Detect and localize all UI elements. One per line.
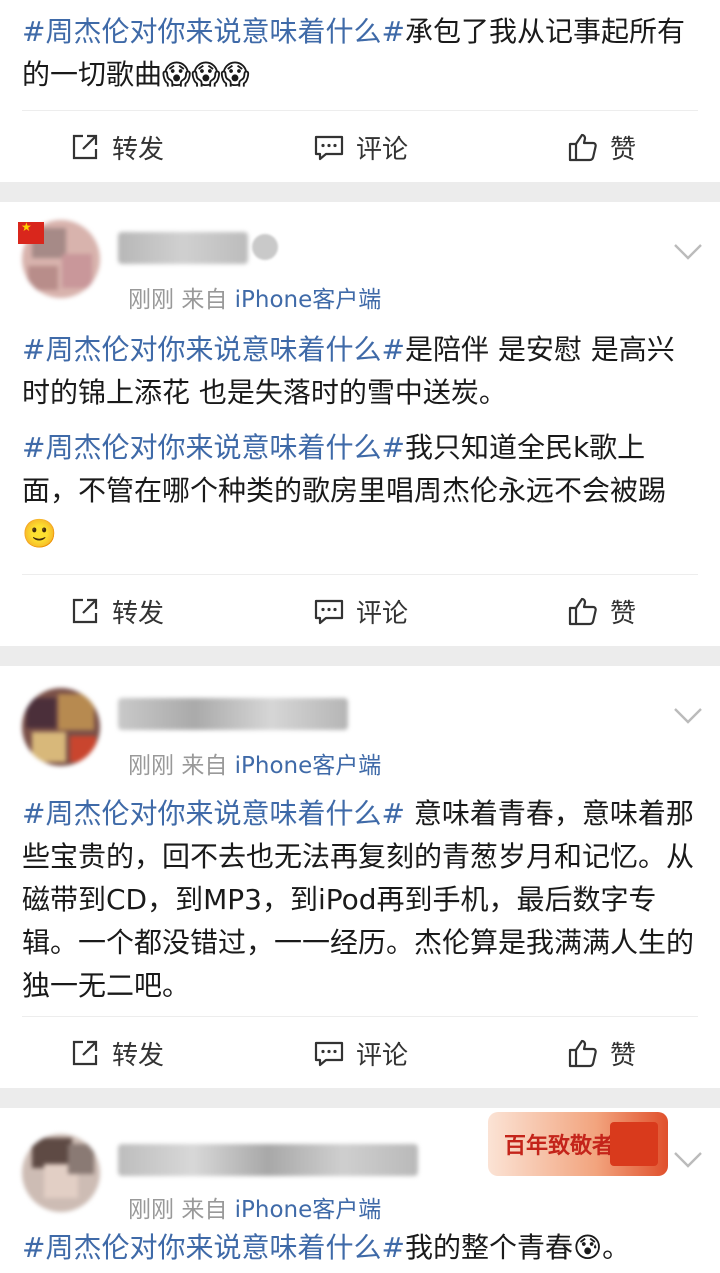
source-prefix: 来自 xyxy=(181,1197,228,1223)
comment-label: 评论 xyxy=(356,598,409,629)
comment-label: 评论 xyxy=(356,134,409,165)
commemorative-badge[interactable]: 百年致敬者 xyxy=(488,1112,668,1176)
action-bar: 转发 评论 赞 xyxy=(22,1016,698,1088)
action-bar: 转发 评论 赞 xyxy=(22,574,698,646)
source-prefix: 来自 xyxy=(181,287,228,313)
flag-icon xyxy=(18,220,44,244)
action-bar: 转发 评论 赞 xyxy=(22,110,698,182)
source-client-link[interactable]: iPhone客户端 xyxy=(235,753,382,779)
comment-icon xyxy=(314,1041,344,1067)
source-client-link[interactable]: iPhone客户端 xyxy=(235,1197,382,1223)
post-text: #周杰伦对你来说意味着什么#是陪伴 是安慰 是高兴时的锦上添花 也是失落时的雪中… xyxy=(22,328,698,555)
badge-label: 百年致敬者 xyxy=(504,1133,615,1159)
like-button[interactable]: 赞 xyxy=(566,575,636,647)
chevron-down-icon[interactable] xyxy=(672,706,704,726)
source-prefix: 来自 xyxy=(181,753,228,779)
post-card-3: 刚刚 来自 iPhone客户端 #周杰伦对你来说意味着什么# 意味着青春，意味着… xyxy=(0,666,720,1088)
username-blurred[interactable] xyxy=(118,698,348,730)
like-button[interactable]: 赞 xyxy=(566,111,636,183)
post-meta: 刚刚 来自 iPhone客户端 xyxy=(128,1190,381,1224)
thumbs-up-icon xyxy=(568,1039,597,1068)
divider xyxy=(0,182,720,202)
repost-label: 转发 xyxy=(112,1040,165,1071)
chevron-down-icon[interactable] xyxy=(672,242,704,262)
repost-label: 转发 xyxy=(112,134,165,165)
hashtag-link[interactable]: #周杰伦对你来说意味着什么# xyxy=(22,431,405,464)
hashtag-link[interactable]: #周杰伦对你来说意味着什么# xyxy=(22,333,405,366)
emoji: 😰 xyxy=(572,1231,603,1264)
thumbs-up-icon xyxy=(568,597,597,626)
post-time: 刚刚 xyxy=(128,753,174,779)
post-meta: 刚刚 来自 iPhone客户端 xyxy=(128,746,381,780)
avatar[interactable] xyxy=(22,688,100,766)
comment-icon xyxy=(314,135,344,161)
username-blurred[interactable] xyxy=(118,232,248,264)
avatar[interactable] xyxy=(22,1134,100,1212)
divider xyxy=(0,1088,720,1108)
comment-button[interactable]: 评论 xyxy=(312,1017,408,1089)
post-text: #周杰伦对你来说意味着什么#承包了我从记事起所有的一切歌曲😱😱😱 xyxy=(22,10,698,96)
username-blurred[interactable] xyxy=(118,1144,418,1176)
thumbs-up-icon xyxy=(568,133,597,162)
emoji: 😱😱😱 xyxy=(162,58,250,91)
repost-icon xyxy=(72,134,98,160)
comment-button[interactable]: 评论 xyxy=(312,111,408,183)
repost-icon xyxy=(72,1040,98,1066)
chevron-down-icon[interactable] xyxy=(672,1150,704,1170)
post-text: #周杰伦对你来说意味着什么# 意味着青春，意味着那些宝贵的，回不去也无法再复刻的… xyxy=(22,792,698,1007)
hashtag-link[interactable]: #周杰伦对你来说意味着什么# xyxy=(22,797,405,830)
post-meta: 刚刚 来自 iPhone客户端 xyxy=(128,280,381,314)
repost-label: 转发 xyxy=(112,598,165,629)
like-button[interactable]: 赞 xyxy=(566,1017,636,1089)
badge-decoration-icon xyxy=(610,1122,658,1166)
like-label: 赞 xyxy=(610,598,637,629)
source-client-link[interactable]: iPhone客户端 xyxy=(235,287,382,313)
post-body-tail: 。 xyxy=(602,1231,631,1264)
comment-button[interactable]: 评论 xyxy=(312,575,408,647)
emoji: 🙂 xyxy=(22,517,57,550)
post-text: #周杰伦对你来说意味着什么#我的整个青春😰。 xyxy=(22,1226,698,1269)
comment-label: 评论 xyxy=(356,1040,409,1071)
hashtag-link[interactable]: #周杰伦对你来说意味着什么# xyxy=(22,1231,405,1264)
post-time: 刚刚 xyxy=(128,1197,174,1223)
divider xyxy=(0,646,720,666)
comment-icon xyxy=(314,599,344,625)
post-body: 我的整个青春 xyxy=(404,1231,573,1264)
user-badge-icon xyxy=(252,234,278,260)
repost-button[interactable]: 转发 xyxy=(68,1017,164,1089)
post-time: 刚刚 xyxy=(128,287,174,313)
repost-icon xyxy=(72,598,98,624)
like-label: 赞 xyxy=(610,1040,637,1071)
repost-button[interactable]: 转发 xyxy=(68,111,164,183)
post-card-1: #周杰伦对你来说意味着什么#承包了我从记事起所有的一切歌曲😱😱😱 转发 评论 赞 xyxy=(0,0,720,182)
repost-button[interactable]: 转发 xyxy=(68,575,164,647)
hashtag-link[interactable]: #周杰伦对你来说意味着什么# xyxy=(22,15,405,48)
post-card-2: 刚刚 来自 iPhone客户端 #周杰伦对你来说意味着什么#是陪伴 是安慰 是高… xyxy=(0,202,720,646)
like-label: 赞 xyxy=(610,134,637,165)
